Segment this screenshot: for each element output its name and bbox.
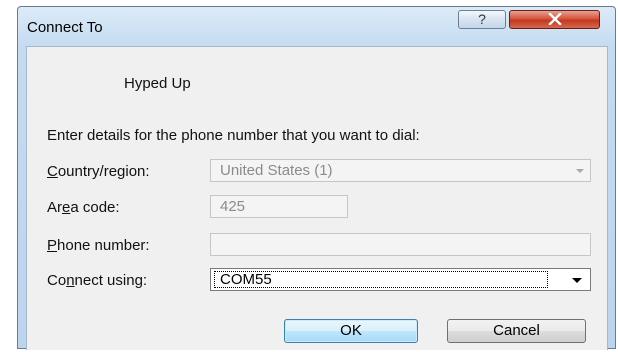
area-code-value: 425	[220, 198, 246, 215]
area-code-field[interactable]: 425	[210, 195, 348, 218]
country-region-label: Country/region:	[47, 163, 150, 180]
close-button[interactable]	[509, 10, 600, 29]
window-title: Connect To	[27, 19, 103, 36]
phone-number-label: Phone number:	[47, 237, 150, 254]
instruction-text: Enter details for the phone number that …	[47, 127, 420, 144]
country-region-dropdown[interactable]: United States (1)	[210, 159, 591, 182]
title-bar[interactable]: Connect To ?	[18, 7, 615, 46]
connect-using-value: COM55	[214, 271, 548, 288]
cancel-button[interactable]: Cancel	[447, 319, 586, 343]
chevron-down-icon[interactable]	[572, 278, 582, 283]
dialog-body: Hyped Up Enter details for the phone num…	[26, 46, 608, 350]
help-button[interactable]: ?	[458, 10, 506, 29]
area-code-label: Area code:	[47, 199, 120, 216]
phone-number-field[interactable]	[210, 233, 591, 256]
connect-to-dialog: Connect To ? Hyped Up Enter details for …	[17, 6, 616, 350]
connection-name: Hyped Up	[124, 75, 191, 92]
ok-button[interactable]: OK	[284, 319, 418, 343]
help-icon: ?	[478, 11, 486, 27]
close-icon	[547, 13, 562, 26]
connect-using-label: Connect using:	[47, 272, 148, 289]
connect-using-dropdown[interactable]: COM55	[210, 268, 591, 291]
chevron-down-icon	[576, 169, 584, 173]
country-region-value: United States (1)	[220, 162, 333, 179]
